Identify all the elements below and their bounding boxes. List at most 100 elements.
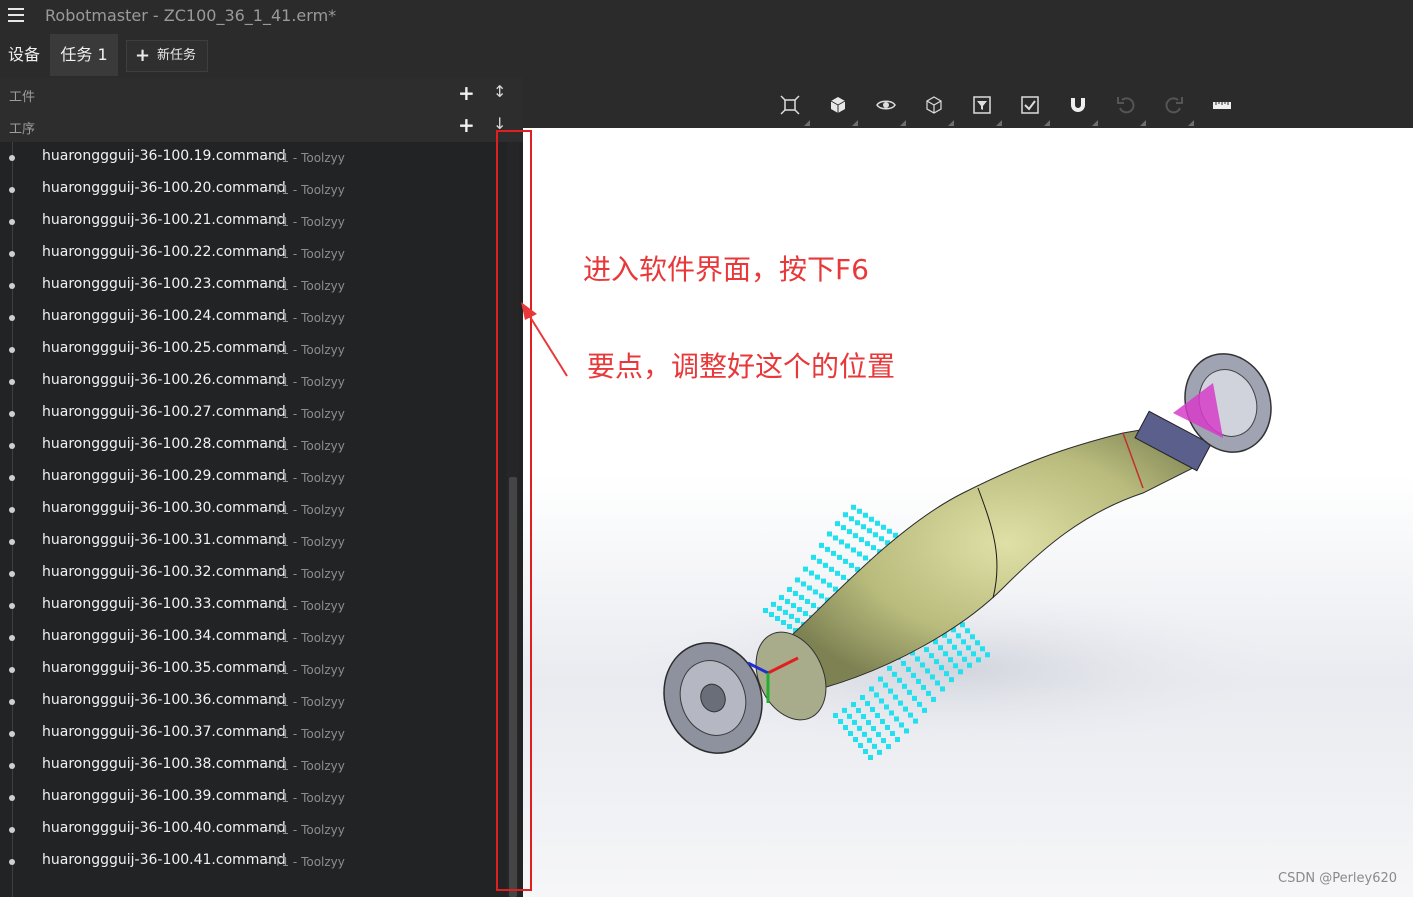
toolpath-point (789, 613, 794, 619)
toolpath-point (843, 725, 848, 730)
operation-list-item[interactable]: huaronggguij-36-100.24.command - T1 - Too… (0, 302, 505, 334)
toolpath-point (869, 686, 874, 692)
toolpath-point (855, 520, 860, 526)
toolpath-point (898, 700, 903, 706)
workpiece-section[interactable]: 工件 + ↕ (0, 78, 523, 110)
operation-list-item[interactable]: huaronggguij-36-100.26.command - T1 - Too… (0, 366, 505, 398)
operation-name: huaronggguij-36-100.23.command (42, 276, 286, 292)
toolpath-point (913, 718, 918, 724)
operation-list-item[interactable]: huaronggguij-36-100.33.command - T1 - Too… (0, 590, 505, 622)
undo-icon[interactable] (1115, 94, 1146, 126)
toolpath-point (929, 653, 934, 659)
filter-icon[interactable] (971, 94, 1002, 126)
toolpath-point (825, 546, 830, 552)
magnet-icon[interactable] (1067, 94, 1098, 126)
toolpath-point (897, 677, 902, 683)
3d-viewport[interactable] (523, 128, 1413, 897)
sort-arrows-icon[interactable]: ↕ (493, 82, 506, 101)
operation-list-item[interactable]: huaronggguij-36-100.41.command - T1 - Too… (0, 846, 505, 878)
operation-tool-info: - T1 - Toolzyy (266, 407, 345, 421)
toolpath-point (976, 657, 981, 663)
operation-tool-info: - T1 - Toolzyy (266, 567, 345, 581)
bullet-dot-icon (9, 155, 15, 161)
operation-list-item[interactable]: huaronggguij-36-100.27.command - T1 - Too… (0, 398, 505, 430)
toolpath-point (902, 683, 907, 689)
operation-list-item[interactable]: huaronggguij-36-100.20.command - T1 - Too… (0, 174, 505, 206)
fit-view-icon[interactable] (779, 94, 810, 126)
toolpath-point (781, 620, 786, 625)
operation-list-item[interactable]: huaronggguij-36-100.31.command - T1 - Too… (0, 526, 505, 558)
toolpath-point (908, 712, 913, 718)
toolpath-point (777, 605, 782, 611)
toolpath-point (924, 647, 929, 653)
operation-name: huaronggguij-36-100.21.command (42, 212, 286, 228)
operation-list-item[interactable]: huaronggguij-36-100.39.command - T1 - Too… (0, 782, 505, 814)
eye-icon[interactable] (875, 94, 906, 126)
toolpath-point (930, 674, 935, 680)
operation-name: huaronggguij-36-100.29.command (42, 468, 286, 484)
toolpath-point (771, 601, 776, 607)
add-workpiece-plus-icon[interactable]: + (458, 81, 475, 105)
bullet-dot-icon (9, 475, 15, 481)
operation-list-item[interactable]: huaronggguij-36-100.29.command - T1 - Too… (0, 462, 505, 494)
operation-list-item[interactable]: huaronggguij-36-100.28.command - T1 - Too… (0, 430, 505, 462)
toolpath-point (863, 512, 868, 518)
toolpath-point (803, 566, 808, 572)
operation-list-item[interactable]: huaronggguij-36-100.22.command - T1 - Too… (0, 238, 505, 270)
bullet-dot-icon (9, 443, 15, 449)
toolpath-point (895, 736, 900, 742)
toolpath-point (827, 582, 832, 588)
operation-list-item[interactable]: huaronggguij-36-100.35.command - T1 - Too… (0, 654, 505, 686)
toolpath-point (807, 585, 812, 591)
tab-task-1[interactable]: 任务 1 (50, 34, 118, 76)
operation-tool-info: - T1 - Toolzyy (266, 631, 345, 645)
operation-list-item[interactable]: huaronggguij-36-100.19.command - T1 - Too… (0, 142, 505, 174)
operation-list-item[interactable]: huaronggguij-36-100.38.command - T1 - Too… (0, 750, 505, 782)
operation-name: huaronggguij-36-100.20.command (42, 180, 286, 196)
toolpath-point (795, 617, 800, 623)
dropdown-corner-icon (948, 120, 954, 126)
toolpath-point (869, 516, 874, 522)
operation-tool-info: - T1 - Toolzyy (266, 343, 345, 357)
tab-device[interactable]: 设备 (8, 34, 40, 76)
operation-list-item[interactable]: huaronggguij-36-100.23.command - T1 - Too… (0, 270, 505, 302)
ruler-icon[interactable] (1211, 94, 1233, 116)
operation-tool-info: - T1 - Toolzyy (266, 727, 345, 741)
operation-list-item[interactable]: huaronggguij-36-100.32.command - T1 - Too… (0, 558, 505, 590)
workpiece-label: 工件 (9, 90, 36, 105)
process-section[interactable]: 工序 + ↓ (0, 110, 523, 142)
add-process-plus-icon[interactable]: + (458, 113, 475, 137)
hamburger-menu-icon[interactable] (8, 8, 24, 22)
operation-name: huaronggguij-36-100.22.command (42, 244, 286, 260)
operation-name: huaronggguij-36-100.37.command (42, 724, 286, 740)
operation-list-item[interactable]: huaronggguij-36-100.21.command - T1 - Too… (0, 206, 505, 238)
operation-list-item[interactable]: huaronggguij-36-100.30.command - T1 - Too… (0, 494, 505, 526)
wireframe-cube-icon[interactable] (923, 94, 954, 126)
toolpath-point (843, 512, 848, 518)
checkbox-icon[interactable] (1019, 94, 1050, 126)
toolpath-point (853, 533, 858, 539)
bullet-dot-icon (9, 539, 15, 545)
toolpath-point (875, 712, 880, 718)
toolpath-point (970, 634, 975, 640)
toolpath-point (948, 657, 953, 663)
toolpath-point (819, 593, 824, 599)
toolpath-point (952, 644, 957, 650)
operation-list-item[interactable]: huaronggguij-36-100.36.command - T1 - Too… (0, 686, 505, 718)
toolpath-point (881, 524, 886, 530)
toolpath-point (833, 535, 838, 541)
dropdown-corner-icon (996, 120, 1002, 126)
operation-name: huaronggguij-36-100.36.command (42, 692, 286, 708)
bullet-dot-icon (9, 219, 15, 225)
csdn-watermark: CSDN @Perley620 (1278, 871, 1398, 886)
redo-icon[interactable] (1163, 94, 1194, 126)
toolpath-point (870, 706, 875, 712)
bullet-dot-icon (9, 667, 15, 673)
operation-list-item[interactable]: huaronggguij-36-100.25.command - T1 - Too… (0, 334, 505, 366)
operation-list-item[interactable]: huaronggguij-36-100.34.command - T1 - Too… (0, 622, 505, 654)
operation-list-item[interactable]: huaronggguij-36-100.40.command - T1 - Too… (0, 814, 505, 846)
shaded-cube-icon[interactable] (827, 94, 858, 126)
operation-list-item[interactable]: huaronggguij-36-100.37.command - T1 - Too… (0, 718, 505, 750)
operation-list: huaronggguij-36-100.19.command - T1 - Too… (0, 142, 505, 897)
new-task-button[interactable]: + 新任务 (126, 40, 208, 72)
